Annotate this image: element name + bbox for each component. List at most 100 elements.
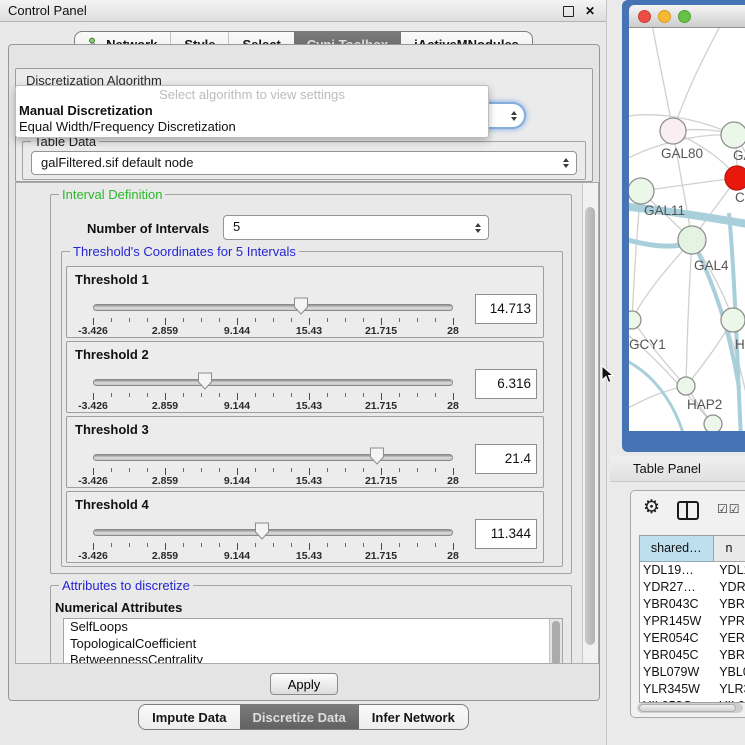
select-columns-icon[interactable]: ☑☑	[717, 502, 741, 516]
node-gal4[interactable]	[678, 226, 706, 254]
tick-label: 2.859	[140, 400, 190, 412]
threshold-slider-thumb[interactable]	[293, 297, 309, 315]
column-header-shared-name[interactable]: shared…	[640, 536, 714, 562]
node-label: HAP2	[687, 397, 722, 412]
table-row[interactable]: YBR045CYBR0	[640, 647, 745, 664]
number-of-intervals-select[interactable]: 5	[223, 215, 489, 240]
table-row[interactable]: YDR27…YDR2	[640, 579, 745, 596]
threshold-slider-track[interactable]	[93, 304, 453, 311]
node-hap2[interactable]	[677, 377, 695, 395]
table-data-select[interactable]: galFiltered.sif default node	[31, 151, 577, 175]
traffic-light-minimize-icon[interactable]	[658, 10, 671, 23]
table-cell-shared-name[interactable]: YBR043C	[640, 596, 714, 613]
gear-icon[interactable]: ⚙	[643, 498, 660, 518]
tick-label: 2.859	[140, 550, 190, 562]
threshold-value-field[interactable]: 21.4	[475, 444, 537, 474]
tick-mark	[309, 543, 310, 550]
tick-mark	[381, 543, 382, 550]
table-cell-name[interactable]: YBR0	[714, 647, 745, 664]
node-right[interactable]	[721, 308, 745, 332]
tick-label: 2.859	[140, 325, 190, 337]
settings-scrollbar[interactable]	[582, 183, 598, 663]
tick-label: 28	[428, 325, 478, 337]
threshold-slider-thumb[interactable]	[197, 372, 213, 390]
apply-button[interactable]: Apply	[270, 673, 338, 695]
tick-mark	[273, 393, 274, 397]
dropdown-option-manual-discretization[interactable]: Manual Discretization	[16, 103, 488, 119]
tick-mark	[183, 318, 184, 322]
network-canvas[interactable]: GAL80GACGAL11GAL4GCY1HHAP2	[629, 28, 745, 431]
tick-label: 9.144	[212, 475, 262, 487]
table-horizontal-scrollbar[interactable]	[637, 703, 743, 713]
table-cell-name[interactable]: YER0	[714, 630, 745, 647]
threshold-value-field[interactable]: 6.316	[475, 369, 537, 399]
column-header-name[interactable]: n	[714, 536, 745, 562]
tick-mark	[237, 393, 238, 400]
dropdown-option-equal-width-frequency[interactable]: Equal Width/Frequency Discretization	[16, 119, 488, 135]
node-green-top[interactable]	[721, 122, 745, 148]
float-window-icon[interactable]	[563, 6, 574, 17]
tick-mark	[93, 318, 94, 325]
table-row[interactable]: YLR345WYLR3	[640, 681, 745, 698]
dropdown-placeholder-option[interactable]: Select algorithm to view settings	[16, 86, 488, 103]
table-cell-name[interactable]: YLR3	[714, 681, 745, 698]
table-cell-name[interactable]: YBL0	[714, 664, 745, 681]
algorithm-dropdown-popup: Select algorithm to view settings Manual…	[15, 85, 489, 138]
tick-mark	[111, 318, 112, 322]
threshold-slider-track[interactable]	[93, 379, 453, 386]
slider-tick-labels: -3.4262.8599.14415.4321.71528	[93, 475, 454, 487]
tab-impute-data[interactable]: Impute Data	[139, 705, 239, 729]
tab-infer-network[interactable]: Infer Network	[359, 705, 468, 729]
list-scrollbar[interactable]	[549, 619, 562, 664]
table-row[interactable]: YER054CYER0	[640, 630, 745, 647]
tick-label: 2.859	[140, 475, 190, 487]
node-bottom[interactable]	[704, 415, 722, 431]
traffic-light-close-icon[interactable]	[638, 10, 651, 23]
table-cell-shared-name[interactable]: YPR145W	[640, 613, 714, 630]
table-cell-name[interactable]: YBR0	[714, 596, 745, 613]
node-gcy1[interactable]	[629, 311, 641, 329]
tick-mark	[309, 318, 310, 325]
table-cell-shared-name[interactable]: YDL19…	[640, 562, 714, 579]
node-red[interactable]	[725, 166, 745, 190]
tick-mark	[129, 468, 130, 472]
tick-mark	[147, 543, 148, 547]
traffic-light-zoom-icon[interactable]	[678, 10, 691, 23]
table-cell-shared-name[interactable]: YBR045C	[640, 647, 714, 664]
table-cell-shared-name[interactable]: YER054C	[640, 630, 714, 647]
tick-mark	[201, 468, 202, 472]
close-icon[interactable]: ✕	[585, 6, 595, 16]
threshold-value-field[interactable]: 14.713	[475, 294, 537, 324]
tick-mark	[129, 318, 130, 322]
attribute-list-item[interactable]: TopologicalCoefficient	[64, 636, 562, 653]
table-cell-name[interactable]: YPR1	[714, 613, 745, 630]
table-cell-name[interactable]: YDL1	[714, 562, 745, 579]
node-pink[interactable]	[660, 118, 686, 144]
threshold-slider-track[interactable]	[93, 454, 453, 461]
table-row[interactable]: YPR145WYPR1	[640, 613, 745, 630]
tick-mark	[327, 393, 328, 397]
tab-discretize-data[interactable]: Discretize Data	[240, 705, 359, 729]
table-cell-name[interactable]: YDR2	[714, 579, 745, 596]
table-cell-shared-name[interactable]: YLR345W	[640, 681, 714, 698]
tick-mark	[219, 318, 220, 322]
threshold-slider-thumb[interactable]	[369, 447, 385, 465]
threshold-value-field[interactable]: 11.344	[475, 519, 537, 549]
table-cell-shared-name[interactable]: YBL079W	[640, 664, 714, 681]
tick-mark	[345, 393, 346, 397]
node-green-left[interactable]	[629, 178, 654, 204]
attribute-list-item[interactable]: BetweennessCentrality	[64, 652, 562, 664]
threshold-slider-track[interactable]	[93, 529, 453, 536]
table-row[interactable]: YBL079WYBL0	[640, 664, 745, 681]
table-cell-shared-name[interactable]: YDR27…	[640, 579, 714, 596]
interval-definition-group: Interval Definition Number of Intervals …	[50, 194, 572, 574]
table-row[interactable]: YDL19…YDL1	[640, 562, 745, 579]
split-columns-icon[interactable]	[677, 501, 699, 520]
tick-mark	[93, 393, 94, 400]
table-row[interactable]: YBR043CYBR0	[640, 596, 745, 613]
numerical-attributes-label: Numerical Attributes	[55, 600, 182, 615]
attribute-list-item[interactable]: SelfLoops	[64, 619, 562, 636]
threshold-box: Threshold 2 -3.4262.8599.14415.4321.7152…	[66, 341, 544, 413]
threshold-slider-thumb[interactable]	[254, 522, 270, 540]
tick-label: 21.715	[356, 550, 406, 562]
